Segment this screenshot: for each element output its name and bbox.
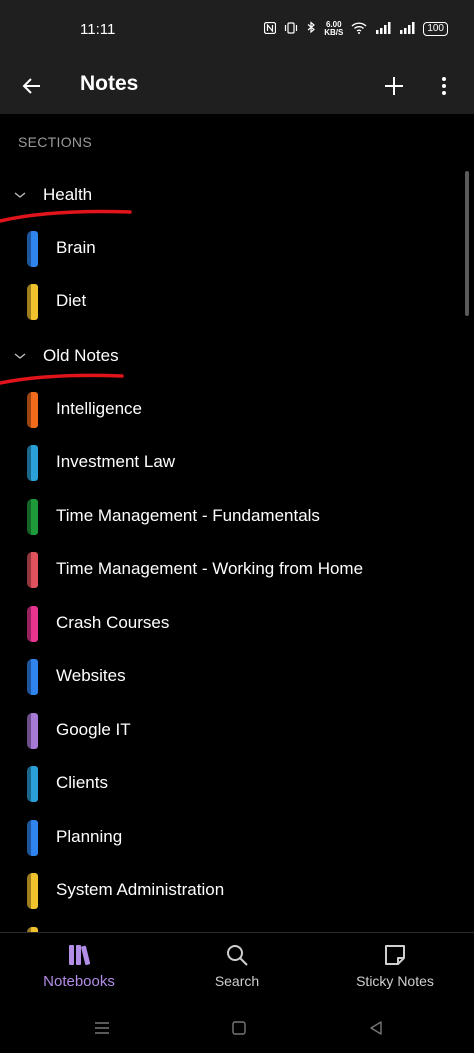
section-item-brain[interactable]: Brain xyxy=(0,223,474,275)
section-color-tab xyxy=(27,499,38,535)
section-item-google-it[interactable]: Google IT xyxy=(0,705,474,757)
back-button[interactable] xyxy=(16,70,48,102)
more-options-button[interactable] xyxy=(430,70,458,102)
sticky-note-icon xyxy=(385,945,405,965)
section-color-tab xyxy=(27,392,38,428)
section-item-system-administration[interactable]: System Administration xyxy=(0,865,474,917)
section-label: System Administration xyxy=(56,880,225,899)
status-time: 11:11 xyxy=(80,21,116,38)
signal-icon-2 xyxy=(399,21,415,37)
section-item-investment-law[interactable]: Investment Law xyxy=(0,437,474,489)
wifi-icon xyxy=(351,21,367,37)
section-color-tab xyxy=(27,873,38,909)
section-color-tab xyxy=(27,820,38,856)
system-navigation-bar xyxy=(0,1002,474,1053)
plus-icon xyxy=(385,77,403,95)
system-back-button[interactable] xyxy=(364,1016,388,1040)
menu-icon xyxy=(95,1022,109,1034)
square-icon xyxy=(232,1021,246,1035)
section-color-tab xyxy=(27,231,38,267)
nfc-icon xyxy=(264,21,277,37)
section-color-tab xyxy=(27,713,38,749)
nav-sticky-notes[interactable]: Sticky Notes xyxy=(316,933,474,1003)
section-color-tab xyxy=(27,606,38,642)
nav-search[interactable]: Search xyxy=(158,933,316,1003)
triangle-back-icon xyxy=(370,1021,382,1035)
add-section-button[interactable] xyxy=(378,70,410,102)
section-label: Websites xyxy=(56,666,126,685)
section-label: Brain xyxy=(56,238,96,257)
arrow-back-icon xyxy=(22,78,40,94)
recent-apps-button[interactable] xyxy=(90,1016,114,1040)
section-label: Time Management - Fundamentals xyxy=(56,506,320,525)
section-label: Planning xyxy=(56,827,123,846)
section-item-clients[interactable]: Clients xyxy=(0,758,474,810)
nav-notebooks[interactable]: Notebooks xyxy=(0,933,158,1003)
page-title: Notes xyxy=(80,72,139,95)
section-color-tab xyxy=(27,552,38,588)
section-item-time-management-fundamentals[interactable]: Time Management - Fundamentals xyxy=(0,491,474,543)
section-color-tab xyxy=(27,659,38,695)
section-item-intelligence[interactable]: Intelligence xyxy=(0,384,474,436)
section-group-label: Old Notes xyxy=(43,346,119,365)
section-item-websites[interactable]: Websites xyxy=(0,651,474,703)
section-label: Crash Courses xyxy=(56,613,170,632)
section-label: Time Management - Working from Home xyxy=(56,559,364,578)
bottom-navigation: Notebooks Search Sticky Notes xyxy=(0,932,474,1002)
network-speed-unit: KB/S xyxy=(324,28,344,37)
sections-heading: SECTIONS xyxy=(18,134,92,150)
network-speed: 6.00 KB/S xyxy=(324,21,343,37)
section-item-planning[interactable]: Planning xyxy=(0,812,474,864)
section-item-crash-courses[interactable]: Crash Courses xyxy=(0,598,474,650)
section-color-tab xyxy=(27,284,38,320)
nav-label: Search xyxy=(214,973,260,989)
section-color-tab xyxy=(27,445,38,481)
section-label: Intelligence xyxy=(56,399,143,418)
section-label: Google IT xyxy=(56,720,131,739)
notebooks-icon xyxy=(69,945,91,965)
section-color-tab xyxy=(27,766,38,802)
search-icon xyxy=(227,945,248,966)
section-label: Investment Law xyxy=(56,452,176,471)
signal-icon xyxy=(375,21,391,37)
section-item-diet[interactable]: Diet xyxy=(0,276,474,328)
chevron-down-icon xyxy=(14,192,26,198)
section-label: Diet xyxy=(56,291,87,310)
bluetooth-icon xyxy=(306,21,316,37)
app-bar: Notes xyxy=(0,58,474,114)
battery-indicator: 100 xyxy=(423,22,448,36)
section-item-time-management-working-from-home[interactable]: Time Management - Working from Home xyxy=(0,544,474,596)
section-item-partial[interactable] xyxy=(0,919,474,932)
status-bar: 11:11 6.00 KB/S 100 xyxy=(0,0,474,58)
sections-list[interactable]: SECTIONS Health Brain Diet Old Notes Int… xyxy=(0,114,474,932)
vibrate-icon xyxy=(284,21,298,37)
home-button[interactable] xyxy=(227,1016,251,1040)
nav-label: Sticky Notes xyxy=(356,973,434,989)
section-label: Clients xyxy=(56,773,108,792)
section-group-label: Health xyxy=(43,185,93,204)
status-icons: 6.00 KB/S 100 xyxy=(264,21,448,37)
nav-label: Notebooks xyxy=(43,973,115,990)
chevron-down-icon xyxy=(14,353,26,359)
more-vertical-icon xyxy=(442,77,446,95)
